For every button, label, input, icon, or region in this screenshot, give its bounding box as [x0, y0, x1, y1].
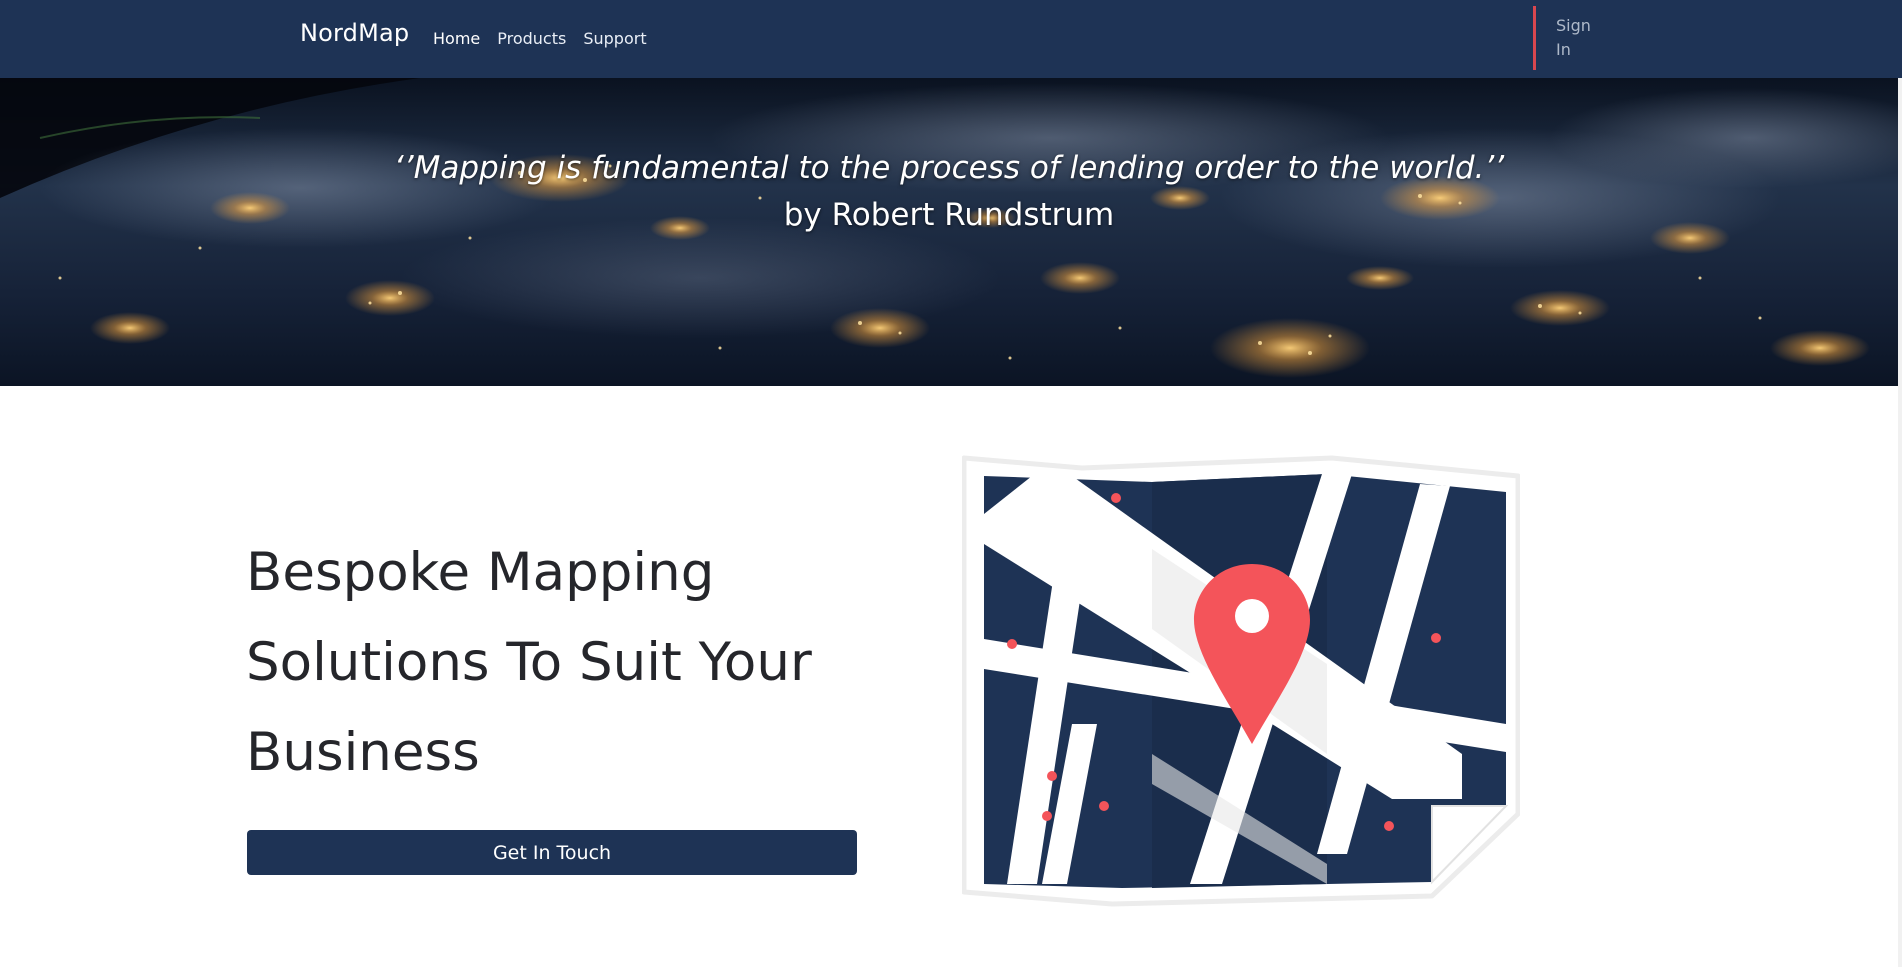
signin-divider	[1533, 6, 1536, 70]
hero-banner: ‘’Mapping is fundamental to the process …	[0, 78, 1902, 386]
brand-logo[interactable]: NordMap	[300, 19, 409, 47]
nav-link-home[interactable]: Home	[433, 29, 480, 48]
hero-quote: ‘’Mapping is fundamental to the process …	[393, 150, 1505, 186]
nav-links: Home Products Support	[433, 29, 664, 48]
main-headline: Bespoke Mapping Solutions To Suit Your B…	[246, 542, 812, 783]
sign-in-link[interactable]: Sign In	[1556, 14, 1606, 62]
nav-link-products[interactable]: Products	[497, 29, 566, 48]
nav-link-support[interactable]: Support	[583, 29, 646, 48]
hero-quote-author: by Robert Rundstrum	[783, 197, 1115, 233]
top-navbar: NordMap Home Products Support Sign In	[0, 0, 1902, 78]
page-scrollbar[interactable]	[1898, 78, 1902, 967]
get-in-touch-button[interactable]: Get In Touch	[247, 830, 857, 875]
map-pin-illustration	[962, 455, 1520, 907]
